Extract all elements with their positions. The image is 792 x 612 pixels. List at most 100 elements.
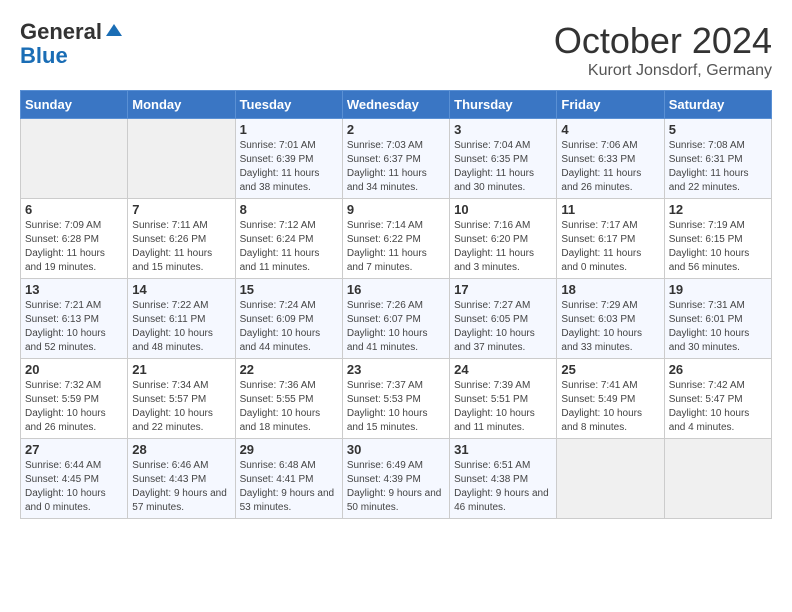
day-info: Sunrise: 7:19 AM Sunset: 6:15 PM Dayligh… [669,219,767,275]
weekday-header-row: SundayMondayTuesdayWednesdayThursdayFrid… [21,91,772,119]
calendar-week-1: 1 Sunrise: 7:01 AM Sunset: 6:39 PM Daylig… [21,119,772,199]
weekday-header-saturday: Saturday [664,91,771,119]
day-number: 8 [240,202,338,217]
day-number: 31 [454,442,552,457]
day-info: Sunrise: 7:01 AM Sunset: 6:39 PM Dayligh… [240,139,338,195]
day-info: Sunrise: 7:22 AM Sunset: 6:11 PM Dayligh… [132,299,230,355]
day-info: Sunrise: 7:11 AM Sunset: 6:26 PM Dayligh… [132,219,230,275]
day-number: 15 [240,282,338,297]
day-info: Sunrise: 7:03 AM Sunset: 6:37 PM Dayligh… [347,139,445,195]
day-number: 11 [561,202,659,217]
title-block: October 2024 Kurort Jonsdorf, Germany [554,20,772,80]
logo-bird-icon [104,22,122,40]
weekday-header-sunday: Sunday [21,91,128,119]
day-number: 17 [454,282,552,297]
day-info: Sunrise: 7:39 AM Sunset: 5:51 PM Dayligh… [454,379,552,435]
day-number: 30 [347,442,445,457]
calendar-cell: 15 Sunrise: 7:24 AM Sunset: 6:09 PM Dayli… [235,279,342,359]
calendar-cell [664,439,771,519]
day-info: Sunrise: 7:17 AM Sunset: 6:17 PM Dayligh… [561,219,659,275]
calendar-cell: 13Sunrise: 7:21 AM Sunset: 6:13 PM Dayli… [21,279,128,359]
calendar-cell: 8Sunrise: 7:12 AM Sunset: 6:24 PM Daylig… [235,199,342,279]
weekday-header-monday: Monday [128,91,235,119]
day-info: Sunrise: 7:29 AM Sunset: 6:03 PM Dayligh… [561,299,659,355]
calendar-cell [557,439,664,519]
day-number: 20 [25,362,123,377]
calendar-cell: 6Sunrise: 7:09 AM Sunset: 6:28 PM Daylig… [21,199,128,279]
calendar-week-3: 13Sunrise: 7:21 AM Sunset: 6:13 PM Dayli… [21,279,772,359]
day-number: 9 [347,202,445,217]
day-number: 28 [132,442,230,457]
day-number: 3 [454,122,552,137]
calendar-cell: 22Sunrise: 7:36 AM Sunset: 5:55 PM Dayli… [235,359,342,439]
day-info: Sunrise: 7:04 AM Sunset: 6:35 PM Dayligh… [454,139,552,195]
day-number: 2 [347,122,445,137]
day-info: Sunrise: 7:37 AM Sunset: 5:53 PM Dayligh… [347,379,445,435]
day-info: Sunrise: 7:26 AM Sunset: 6:07 PM Dayligh… [347,299,445,355]
day-info: Sunrise: 7:34 AM Sunset: 5:57 PM Dayligh… [132,379,230,435]
day-number: 18 [561,282,659,297]
weekday-header-wednesday: Wednesday [342,91,449,119]
calendar-cell: 26Sunrise: 7:42 AM Sunset: 5:47 PM Dayli… [664,359,771,439]
calendar-cell: 14 Sunrise: 7:22 AM Sunset: 6:11 PM Dayli… [128,279,235,359]
day-info: Sunrise: 7:27 AM Sunset: 6:05 PM Dayligh… [454,299,552,355]
day-number: 10 [454,202,552,217]
calendar-cell [128,119,235,199]
calendar-cell: 30 Sunrise: 6:49 AM Sunset: 4:39 PM Dayli… [342,439,449,519]
logo: General Blue [20,20,122,68]
logo-blue: Blue [20,44,122,68]
day-info: Sunrise: 6:51 AM Sunset: 4:38 PM Dayligh… [454,459,552,515]
day-number: 25 [561,362,659,377]
calendar-cell: 21Sunrise: 7:34 AM Sunset: 5:57 PM Dayli… [128,359,235,439]
calendar-cell: 27 Sunrise: 6:44 AM Sunset: 4:45 PM Dayli… [21,439,128,519]
calendar-cell: 19 Sunrise: 7:31 AM Sunset: 6:01 PM Dayli… [664,279,771,359]
weekday-header-tuesday: Tuesday [235,91,342,119]
day-info: Sunrise: 7:24 AM Sunset: 6:09 PM Dayligh… [240,299,338,355]
day-info: Sunrise: 6:44 AM Sunset: 4:45 PM Dayligh… [25,459,123,515]
day-number: 5 [669,122,767,137]
day-number: 24 [454,362,552,377]
day-info: Sunrise: 7:41 AM Sunset: 5:49 PM Dayligh… [561,379,659,435]
calendar-cell: 4 Sunrise: 7:06 AM Sunset: 6:33 PM Daylig… [557,119,664,199]
calendar-cell: 2 Sunrise: 7:03 AM Sunset: 6:37 PM Daylig… [342,119,449,199]
calendar-cell: 17 Sunrise: 7:27 AM Sunset: 6:05 PM Dayli… [450,279,557,359]
page-header: General Blue October 2024 Kurort Jonsdor… [20,20,772,80]
location: Kurort Jonsdorf, Germany [554,62,772,80]
day-number: 27 [25,442,123,457]
day-info: Sunrise: 7:16 AM Sunset: 6:20 PM Dayligh… [454,219,552,275]
day-number: 14 [132,282,230,297]
day-number: 19 [669,282,767,297]
day-info: Sunrise: 6:49 AM Sunset: 4:39 PM Dayligh… [347,459,445,515]
calendar-cell: 23 Sunrise: 7:37 AM Sunset: 5:53 PM Dayli… [342,359,449,439]
day-number: 12 [669,202,767,217]
day-info: Sunrise: 7:32 AM Sunset: 5:59 PM Dayligh… [25,379,123,435]
calendar-cell: 3 Sunrise: 7:04 AM Sunset: 6:35 PM Daylig… [450,119,557,199]
day-number: 4 [561,122,659,137]
calendar-cell: 1 Sunrise: 7:01 AM Sunset: 6:39 PM Daylig… [235,119,342,199]
day-info: Sunrise: 7:06 AM Sunset: 6:33 PM Dayligh… [561,139,659,195]
weekday-header-friday: Friday [557,91,664,119]
day-info: Sunrise: 7:14 AM Sunset: 6:22 PM Dayligh… [347,219,445,275]
calendar-cell: 25 Sunrise: 7:41 AM Sunset: 5:49 PM Dayli… [557,359,664,439]
calendar-cell: 20 Sunrise: 7:32 AM Sunset: 5:59 PM Dayli… [21,359,128,439]
calendar-table: SundayMondayTuesdayWednesdayThursdayFrid… [20,90,772,519]
calendar-cell: 10 Sunrise: 7:16 AM Sunset: 6:20 PM Dayli… [450,199,557,279]
day-info: Sunrise: 7:36 AM Sunset: 5:55 PM Dayligh… [240,379,338,435]
day-number: 23 [347,362,445,377]
calendar-cell: 5 Sunrise: 7:08 AM Sunset: 6:31 PM Daylig… [664,119,771,199]
day-info: Sunrise: 7:31 AM Sunset: 6:01 PM Dayligh… [669,299,767,355]
day-number: 6 [25,202,123,217]
calendar-cell: 11 Sunrise: 7:17 AM Sunset: 6:17 PM Dayli… [557,199,664,279]
day-number: 13 [25,282,123,297]
day-number: 1 [240,122,338,137]
month-title: October 2024 [554,20,772,62]
day-number: 7 [132,202,230,217]
calendar-cell: 16Sunrise: 7:26 AM Sunset: 6:07 PM Dayli… [342,279,449,359]
calendar-cell: 31 Sunrise: 6:51 AM Sunset: 4:38 PM Dayli… [450,439,557,519]
calendar-cell: 9 Sunrise: 7:14 AM Sunset: 6:22 PM Daylig… [342,199,449,279]
calendar-week-5: 27 Sunrise: 6:44 AM Sunset: 4:45 PM Dayli… [21,439,772,519]
calendar-week-2: 6Sunrise: 7:09 AM Sunset: 6:28 PM Daylig… [21,199,772,279]
day-number: 29 [240,442,338,457]
calendar-cell: 18 Sunrise: 7:29 AM Sunset: 6:03 PM Dayli… [557,279,664,359]
day-info: Sunrise: 7:08 AM Sunset: 6:31 PM Dayligh… [669,139,767,195]
